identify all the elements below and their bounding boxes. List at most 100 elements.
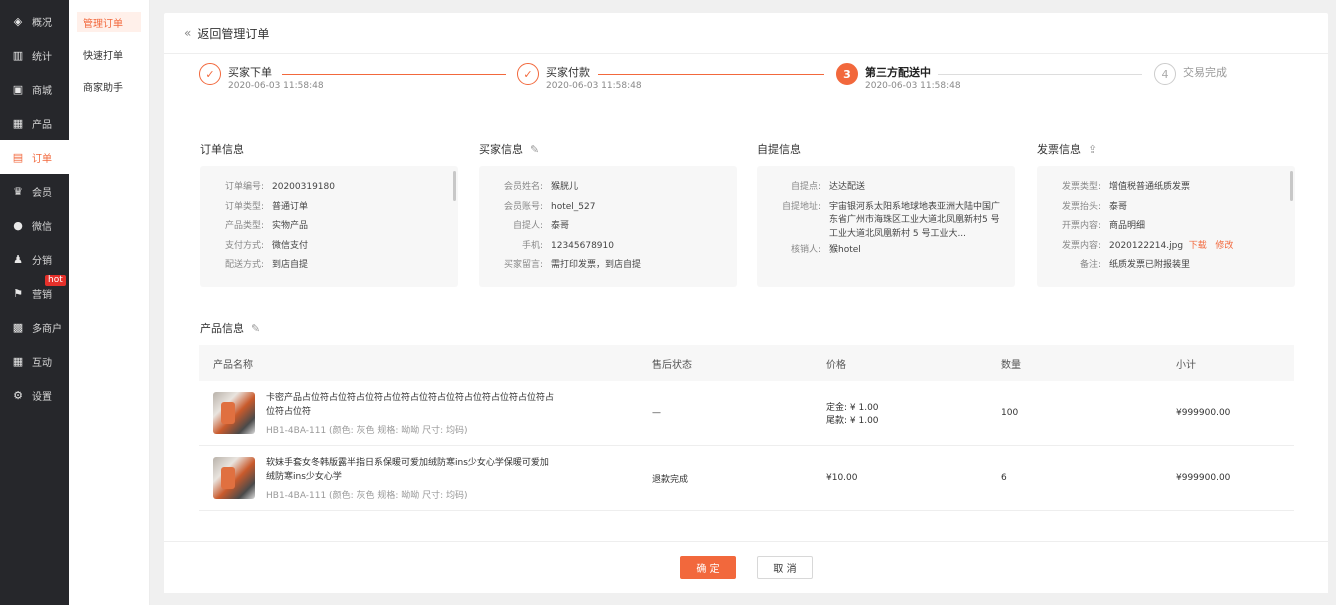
field-label: 核销人: xyxy=(790,245,821,255)
info-row: 自提人: 泰哥 xyxy=(479,217,737,237)
scrollbar[interactable] xyxy=(1290,171,1293,201)
nav-item-label: 微信 xyxy=(32,221,52,233)
field-label: 自提地址: xyxy=(781,201,821,212)
double-chevron-left-icon: « xyxy=(184,26,192,40)
nav-item[interactable]: ◈ 概况 xyxy=(0,4,69,38)
nav-item[interactable]: ♟ 分销 xyxy=(0,242,69,276)
nav-item-label: 多商户 xyxy=(32,323,62,335)
nav-item[interactable]: ⚑ 营销 hot xyxy=(0,275,69,310)
pickup-info-box: 自提点: 达达配送 自提地址: 宇宙银河系太阳系地球地表亚洲大陆中国广东省广州市海珠… xyxy=(757,166,1015,287)
subtotal: ¥999900.00 xyxy=(1176,408,1231,418)
price-line: 尾款: ¥ 1.00 xyxy=(826,416,879,426)
info-row: 会员账号: hotel_527 xyxy=(479,198,737,218)
upload-icon[interactable]: ⇪ xyxy=(1088,143,1097,156)
field-value: 达达配送 xyxy=(829,182,866,192)
edit-link[interactable]: 修改 xyxy=(1215,241,1233,251)
column-header: 售后状态 xyxy=(652,359,692,371)
product-spec: HB1-4BA-111 (颜色: 灰色 规格: 呦呦 尺寸: 均码) xyxy=(266,490,468,501)
step-title: 第三方配送中 xyxy=(865,66,931,79)
field-label: 买家留言: xyxy=(503,260,543,270)
field-value: 12345678910 xyxy=(551,240,614,251)
quantity: 100 xyxy=(1001,408,1019,418)
field-label: 自提点: xyxy=(790,182,821,192)
nav-item[interactable]: ● 微信 xyxy=(0,208,69,242)
nav-item[interactable]: ⚙ 设置 xyxy=(0,378,69,412)
column-header: 价格 xyxy=(826,359,846,371)
info-row: 发票类型: 增值税普通纸质发票 xyxy=(1037,178,1295,198)
edit-icon[interactable]: ✎ xyxy=(530,143,539,156)
nav-item[interactable]: ♛ 会员 xyxy=(0,174,69,208)
field-label: 会员账号: xyxy=(503,201,543,212)
order-icon: ▤ xyxy=(12,150,24,164)
download-link[interactable]: 下载 xyxy=(1189,241,1207,251)
nav-item-label: 设置 xyxy=(32,391,52,403)
nav-item[interactable]: ▩ 多商户 xyxy=(0,310,69,344)
cancel-button[interactable]: 取 消 xyxy=(757,556,813,579)
step-buyer-order: ✓ 买家下单 2020-06-03 11:58:48 xyxy=(199,63,324,91)
layers-icon: ◈ xyxy=(13,14,23,28)
nav-item[interactable]: ▥ 统计 xyxy=(0,38,69,72)
nav-item[interactable]: ▣ 商城 xyxy=(0,72,69,106)
product-name[interactable]: 卡密产品占位符占位符占位符占位符占位符占位符占位符占位符占位符占位符占位符 xyxy=(266,391,556,419)
field-value: 泰哥 xyxy=(551,221,570,231)
step-number-icon: 4 xyxy=(1154,63,1176,85)
product-thumbnail[interactable] xyxy=(213,392,255,434)
section-title-text: 订单信息 xyxy=(200,143,244,156)
hot-badge: hot xyxy=(45,275,66,286)
section-title-text: 买家信息 xyxy=(479,143,523,156)
aftersale-status: 退款完成 xyxy=(652,474,689,485)
step-completed: 4 交易完成 xyxy=(1154,63,1227,85)
nav-item-label: 商城 xyxy=(32,85,52,97)
confirm-button[interactable]: 确 定 xyxy=(680,556,736,579)
info-row: 发票抬头: 泰哥 xyxy=(1037,198,1295,218)
field-label: 自提人: xyxy=(512,221,543,231)
section-title-text: 产品信息 xyxy=(200,322,244,335)
subnav-item-manage-orders[interactable]: 管理订单 xyxy=(77,12,141,32)
info-row: 买家留言: 需打印发票，到店自提 xyxy=(479,256,737,276)
nav-item[interactable]: ▦ 产品 xyxy=(0,106,69,140)
nav-item-label: 互动 xyxy=(32,357,52,369)
step-buyer-paid: ✓ 买家付款 2020-06-03 11:58:48 xyxy=(517,63,642,91)
table-header: 产品名称 售后状态 价格 数量 小计 xyxy=(199,345,1294,381)
main-sidebar: ◈ 概况 ▥ 统计 ▣ 商城 ▦ 产品 ▤ 订单 ♛ 会员 ● 微信 ♟ 分销 ⚑ 营销 hot ▩ 多商户 ▦ 互动 ⚙ 设置 xyxy=(0,0,69,605)
info-row: 产品类型: 实物产品 xyxy=(200,217,458,237)
price-cell: ¥10.00 xyxy=(826,473,1001,483)
subnav-item-merchant-assistant[interactable]: 商家助手 xyxy=(77,76,141,96)
buyer-info-box: 会员姓名: 猴胱儿 会员账号: hotel_527 自提人: 泰哥 手机: 123456789… xyxy=(479,166,737,287)
column-header: 数量 xyxy=(1001,359,1021,371)
back-link[interactable]: « 返回管理订单 xyxy=(164,13,1328,54)
subtotal: ¥999900.00 xyxy=(1176,473,1231,483)
nav-item[interactable]: ▤ 订单 xyxy=(0,140,69,174)
nav-item[interactable]: ▦ 互动 xyxy=(0,344,69,378)
step-title: 交易完成 xyxy=(1183,66,1227,79)
info-row: 自提地址: 宇宙银河系太阳系地球地表亚洲大陆中国广东省广州市海珠区工业大道北凤凰新… xyxy=(757,198,1015,242)
footer-bar xyxy=(164,541,1328,593)
nav-item-label: 产品 xyxy=(32,119,52,131)
product-name[interactable]: 软妹手套女冬韩版露半指日系保暖可爱加绒防寒ins少女心学保暖可爱加绒防寒ins少… xyxy=(266,456,556,484)
invoice-info-title: 发票信息 ⇪ xyxy=(1037,141,1097,157)
product-cell: 软妹手套女冬韩版露半指日系保暖可爱加绒防寒ins少女心学保暖可爱加绒防寒ins少… xyxy=(199,456,652,501)
info-row: 自提点: 达达配送 xyxy=(757,178,1015,198)
scrollbar[interactable] xyxy=(453,171,456,201)
field-value: 纸质发票已附报装里 xyxy=(1109,260,1191,270)
step-connector xyxy=(598,74,824,75)
edit-icon[interactable]: ✎ xyxy=(251,322,260,335)
field-label: 开票内容: xyxy=(1061,221,1101,231)
field-label: 发票内容: xyxy=(1061,240,1101,251)
flag-icon: ⚑ xyxy=(13,286,23,300)
check-icon: ✓ xyxy=(199,63,221,85)
product-cell: 卡密产品占位符占位符占位符占位符占位符占位符占位符占位符占位符占位符占位符 HB1… xyxy=(199,391,652,436)
merchant-icon: ▩ xyxy=(12,320,24,334)
step-time: 2020-06-03 11:58:48 xyxy=(865,81,961,91)
order-info-box: 订单编号: 20200319180 订单类型: 普通订单 产品类型: 实物产品 支付方式: 微… xyxy=(200,166,458,287)
step-number-icon: 3 xyxy=(836,63,858,85)
field-value: 需打印发票，到店自提 xyxy=(551,260,642,270)
field-value: hotel_527 xyxy=(551,201,596,212)
field-label: 订单类型: xyxy=(224,201,264,212)
info-row: 开票内容: 商品明细 xyxy=(1037,217,1295,237)
pickup-info-title: 自提信息 xyxy=(757,141,801,157)
nav-item-label: 会员 xyxy=(32,187,52,199)
step-connector xyxy=(282,74,506,75)
product-thumbnail[interactable] xyxy=(213,457,255,499)
subnav-item-quick-print[interactable]: 快速打单 xyxy=(77,44,141,64)
